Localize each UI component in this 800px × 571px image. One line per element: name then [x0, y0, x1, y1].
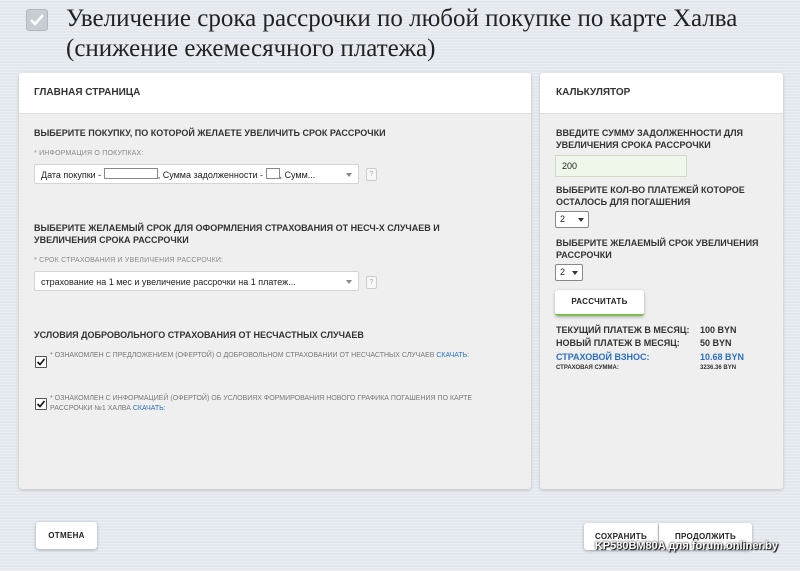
purchase-sum-label: , Сумм...	[279, 170, 316, 180]
insurance-sum-label: СТРАХОВАЯ СУММА:	[556, 365, 619, 371]
chevron-down-icon	[346, 173, 352, 177]
main-panel-heading: ГЛАВНАЯ СТРАНИЦА	[19, 73, 531, 114]
checkmark-icon	[36, 400, 46, 408]
schedule-download-link[interactable]: СКАЧАТЬ	[133, 405, 164, 412]
term-increase-label: ВЫБЕРИТЕ ЖЕЛАЕМЫЙ СРОК УВЕЛИЧЕНИЯ РАССРО…	[556, 238, 759, 260]
masked-date	[103, 168, 158, 179]
title-checkbox	[26, 9, 48, 31]
payments-label: ВЫБЕРИТЕ КОЛ-ВО ПЛАТЕЖЕЙ КОТОРОЕ ОСТАЛОС…	[556, 185, 745, 207]
purchase-select[interactable]: Дата покупки - , Сумма задолженности - ,…	[34, 164, 359, 184]
calculate-button[interactable]: РАССЧИТАТЬ	[555, 290, 644, 316]
page-title: Увеличение срока рассрочки по любой поку…	[66, 5, 738, 62]
chevron-down-icon	[578, 218, 584, 222]
conditions-section-title: УСЛОВИЯ ДОБРОВОЛЬНОГО СТРАХОВАНИЯ ОТ НЕС…	[34, 330, 364, 340]
insurance-fee-value: 10.68 BYN	[700, 352, 745, 362]
debt-label: ВВЕДИТЕ СУММУ ЗАДОЛЖЕННОСТИ ДЛЯ УВЕЛИЧЕН…	[556, 128, 744, 150]
schedule-checkbox[interactable]	[35, 398, 47, 410]
insurance-sum-value: 3236.36 BYN	[700, 365, 737, 371]
term-increase-select-value: 2	[560, 267, 566, 277]
schedule-checkbox-text: * ОЗНАКОМЛЕН С ИНФОРМАЦИЕЙ (ОФЕРТОЙ) ОБ …	[50, 395, 473, 412]
offer-checkbox-text: * ОЗНАКОМЛЕН С ПРЕДЛОЖЕНИЕМ (ОФЕРТОЙ) О …	[50, 352, 435, 359]
watermark-text: KP580BM80A для forum.onliner.by	[594, 540, 778, 552]
term-select[interactable]: страхование на 1 мес и увеличение рассро…	[34, 271, 359, 291]
new-payment-value: 50 BYN	[700, 338, 732, 348]
term-field-label: * СРОК СТРАХОВАНИЯ И УВЕЛИЧЕНИЯ РАССРОЧК…	[34, 257, 224, 264]
term-increase-select[interactable]: 2	[555, 264, 583, 281]
insurance-fee-label: СТРАХОВОЙ ВЗНОС:	[556, 352, 650, 362]
chevron-down-icon	[572, 271, 578, 275]
current-payment-value: 100 BYN	[700, 325, 737, 335]
chevron-down-icon	[346, 280, 352, 284]
cancel-button[interactable]: ОТМЕНА	[36, 522, 97, 549]
calculator-panel: КАЛЬКУЛЯТОР ВВЕДИТЕ СУММУ ЗАДОЛЖЕННОСТИ …	[540, 73, 783, 489]
offer-download-link[interactable]: СКАЧАТЬ	[436, 352, 467, 359]
offer-checkbox-label: * ОЗНАКОМЛЕН С ПРЕДЛОЖЕНИЕМ (ОФЕРТОЙ) О …	[50, 352, 470, 359]
schedule-checkbox-label: * ОЗНАКОМЛЕН С ИНФОРМАЦИЕЙ (ОФЕРТОЙ) ОБ …	[50, 395, 473, 412]
help-icon[interactable]: ?	[366, 168, 377, 181]
debt-input[interactable]: 200	[555, 155, 687, 177]
current-payment-label: ТЕКУЩИЙ ПЛАТЕЖ В МЕСЯЦ:	[556, 325, 690, 335]
purchase-section-title: ВЫБЕРИТЕ ПОКУПКУ, ПО КОТОРОЙ ЖЕЛАЕТЕ УВЕ…	[34, 128, 386, 138]
purchase-date-label: Дата покупки -	[41, 170, 104, 180]
purchase-debt-label: , Сумма задолженности -	[157, 170, 266, 180]
term-select-value: страхование на 1 мес и увеличение рассро…	[41, 277, 296, 287]
main-panel: ГЛАВНАЯ СТРАНИЦА ВЫБЕРИТЕ ПОКУПКУ, ПО КО…	[19, 73, 531, 489]
term-section-title: ВЫБЕРИТЕ ЖЕЛАЕМЫЙ СРОК ДЛЯ ОФОРМЛЕНИЯ СТ…	[34, 223, 440, 245]
payments-select[interactable]: 2	[555, 211, 589, 228]
checkmark-icon	[36, 358, 46, 366]
help-icon[interactable]: ?	[366, 276, 377, 289]
payments-select-value: 2	[560, 214, 566, 224]
offer-checkbox[interactable]	[35, 356, 47, 368]
new-payment-label: НОВЫЙ ПЛАТЕЖ В МЕСЯЦ:	[556, 338, 680, 348]
masked-debt	[265, 168, 280, 179]
purchase-field-label: * ИНФОРМАЦИЯ О ПОКУПКАХ:	[34, 150, 144, 157]
calculator-heading: КАЛЬКУЛЯТОР	[540, 73, 783, 114]
check-icon	[30, 14, 44, 26]
